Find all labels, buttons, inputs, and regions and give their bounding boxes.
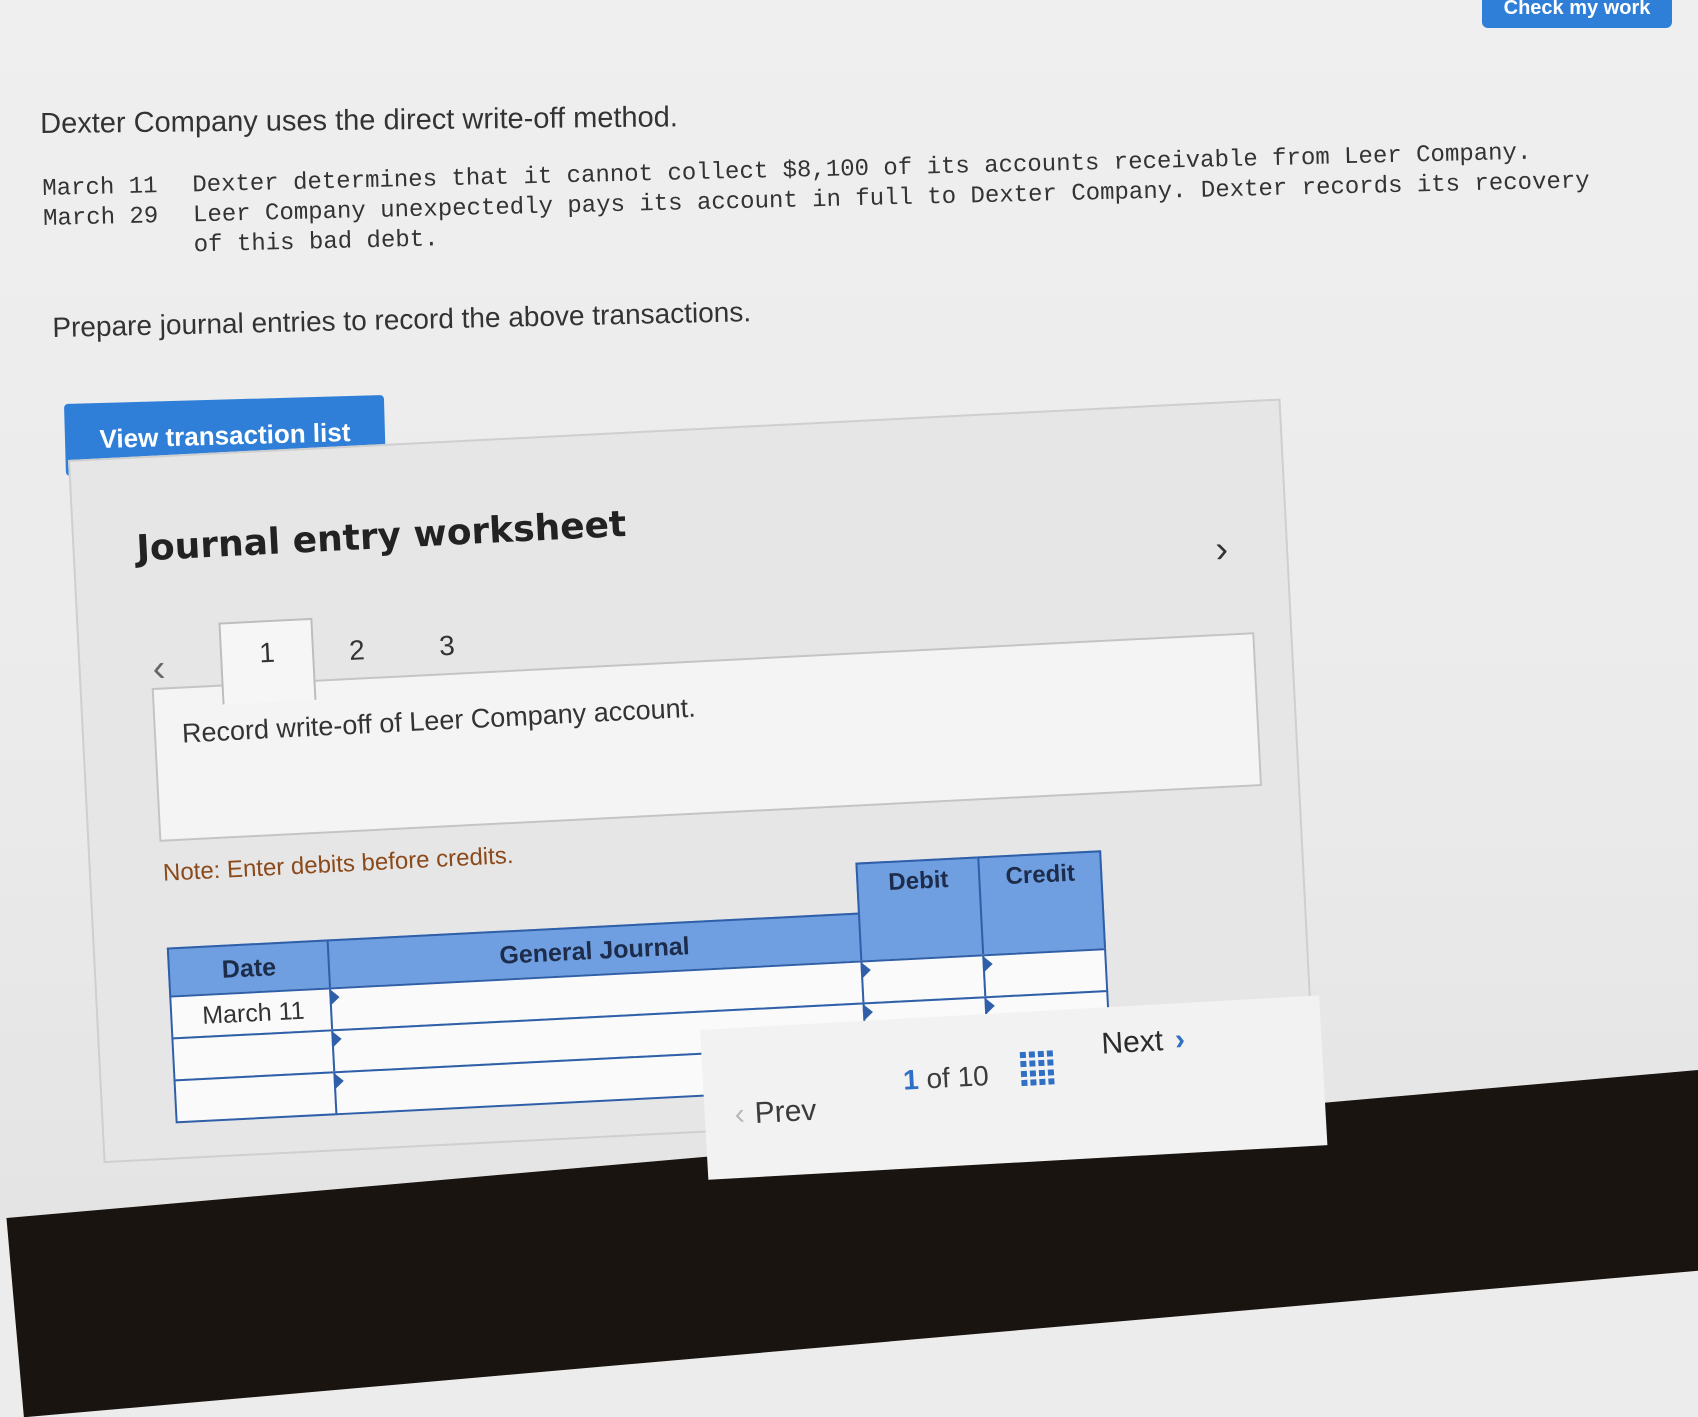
tab-1[interactable]: 1 <box>218 617 317 705</box>
cell-marker-icon <box>330 988 340 1006</box>
transaction-date: March 29 <box>42 203 159 233</box>
current-page: 1 <box>902 1063 920 1096</box>
instruction-text: Prepare journal entries to record the ab… <box>52 296 752 343</box>
chevron-right-icon[interactable]: › <box>1214 528 1229 572</box>
column-header-credit: Credit <box>977 850 1107 957</box>
chevron-left-icon: ‹ <box>733 1097 746 1132</box>
transactions-list: March 11 Dexter determines that it canno… <box>42 135 1664 265</box>
cell-marker-icon <box>861 962 872 979</box>
grid-icon[interactable] <box>1019 1050 1056 1086</box>
next-label: Next <box>1100 1024 1164 1061</box>
column-header-debit: Debit <box>855 856 985 963</box>
cell-marker-icon <box>985 997 996 1015</box>
next-button[interactable]: Next › <box>1100 1023 1185 1062</box>
chevron-left-icon[interactable]: ‹ <box>152 647 167 691</box>
transaction-date: March 11 <box>42 173 158 203</box>
chevron-right-icon: › <box>1174 1022 1186 1057</box>
cell-marker-icon <box>334 1072 345 1090</box>
screen: Check my work Dexter Company uses the di… <box>0 0 1698 1417</box>
note-text: Note: Enter debits before credits. <box>162 841 515 887</box>
cell-marker-icon <box>332 1030 343 1048</box>
cell-marker-icon <box>983 955 994 973</box>
problem-intro: Dexter Company uses the direct write-off… <box>40 101 679 140</box>
prev-label: Prev <box>753 1093 818 1131</box>
check-my-work-button[interactable]: Check my work <box>1482 0 1672 28</box>
prev-button[interactable]: ‹ Prev <box>734 1094 817 1133</box>
page-indicator: 1 of 10 <box>902 1060 989 1097</box>
cell-marker-icon <box>863 1003 874 1021</box>
total-pages: 10 <box>956 1059 990 1093</box>
worksheet-title: Journal entry worksheet <box>135 503 628 570</box>
date-cell[interactable] <box>173 1071 338 1124</box>
of-label: of <box>925 1062 951 1095</box>
